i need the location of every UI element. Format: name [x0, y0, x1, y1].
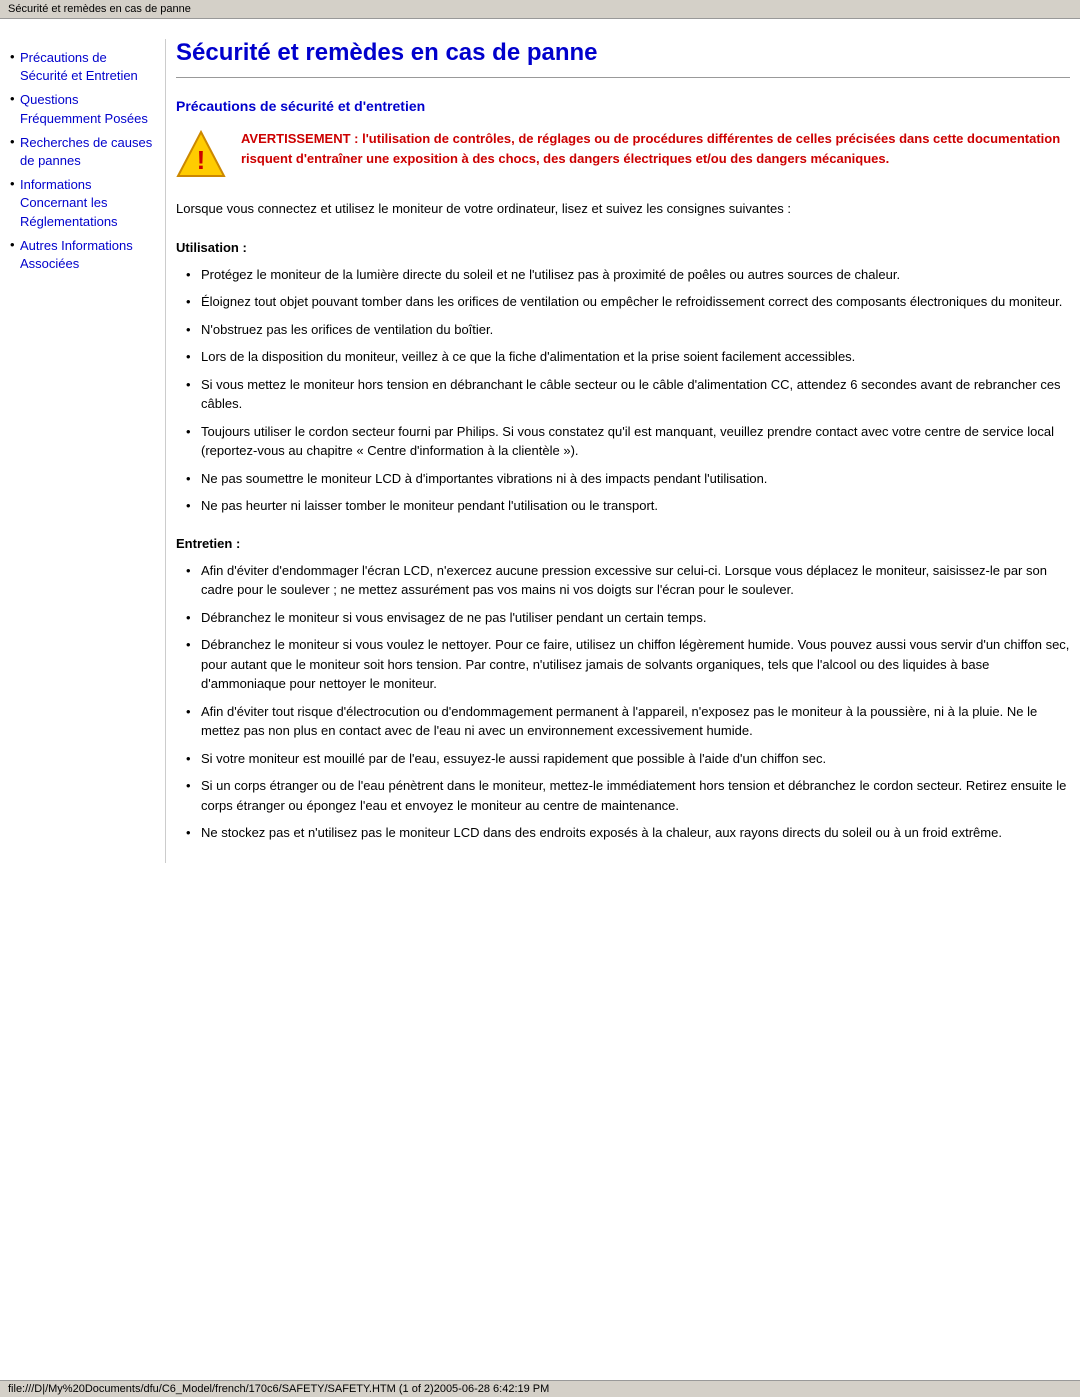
sidebar-item-autres-informations: Autres Informations Associées: [10, 237, 155, 273]
entretien-item-2: Débranchez le moniteur si vous voulez le…: [186, 635, 1070, 694]
utilisation-item-7: Ne pas heurter ni laisser tomber le moni…: [186, 496, 1070, 516]
utilisation-item-5: Toujours utiliser le cordon secteur four…: [186, 422, 1070, 461]
sidebar-nav: Précautions de Sécurité et Entretien Ques…: [10, 49, 155, 273]
entretien-item-4: Si votre moniteur est mouillé par de l'e…: [186, 749, 1070, 769]
intro-text: Lorsque vous connectez et utilisez le mo…: [176, 199, 1070, 220]
entretien-item-5: Si un corps étranger ou de l'eau pénètre…: [186, 776, 1070, 815]
page-title: Sécurité et remèdes en cas de panne: [176, 39, 1070, 67]
main-content: Sécurité et remèdes en cas de panne Préc…: [165, 39, 1070, 863]
entretien-item-0: Afin d'éviter d'endommager l'écran LCD, …: [186, 561, 1070, 600]
utilisation-item-6: Ne pas soumettre le moniteur LCD à d'imp…: [186, 469, 1070, 489]
sidebar-link-informations-reglementations[interactable]: Informations Concernant les Réglementati…: [20, 177, 118, 228]
utilisation-list: Protégez le moniteur de la lumière direc…: [176, 265, 1070, 516]
utilisation-title: Utilisation :: [176, 240, 1070, 255]
sidebar-link-autres-informations[interactable]: Autres Informations Associées: [20, 238, 133, 271]
status-bar-text: file:///D|/My%20Documents/dfu/C6_Model/f…: [8, 1383, 549, 1395]
sidebar-item-informations-reglementations: Informations Concernant les Réglementati…: [10, 176, 155, 231]
entretien-item-6: Ne stockez pas et n'utilisez pas le moni…: [186, 823, 1070, 843]
sidebar-item-precautions: Précautions de Sécurité et Entretien: [10, 49, 155, 85]
sidebar-link-precautions[interactable]: Précautions de Sécurité et Entretien: [20, 50, 138, 83]
sidebar-link-questions[interactable]: Questions Fréquemment Posées: [20, 92, 148, 125]
status-bar: file:///D|/My%20Documents/dfu/C6_Model/f…: [0, 1380, 1080, 1397]
entretien-item-3: Afin d'éviter tout risque d'électrocutio…: [186, 702, 1070, 741]
entretien-list: Afin d'éviter d'endommager l'écran LCD, …: [176, 561, 1070, 843]
sidebar-item-recherches: Recherches de causes de pannes: [10, 134, 155, 170]
warning-box: ! AVERTISSEMENT : l'utilisation de contr…: [176, 129, 1070, 179]
utilisation-item-4: Si vous mettez le moniteur hors tension …: [186, 375, 1070, 414]
utilisation-item-0: Protégez le moniteur de la lumière direc…: [186, 265, 1070, 285]
sidebar-item-questions: Questions Fréquemment Posées: [10, 91, 155, 127]
title-bar-text: Sécurité et remèdes en cas de panne: [8, 3, 191, 15]
utilisation-item-2: N'obstruez pas les orifices de ventilati…: [186, 320, 1070, 340]
warning-text: AVERTISSEMENT : l'utilisation de contrôl…: [241, 129, 1070, 168]
entretien-item-1: Débranchez le moniteur si vous envisagez…: [186, 608, 1070, 628]
section-precautions-title: Précautions de sécurité et d'entretien: [176, 98, 1070, 114]
title-bar: Sécurité et remèdes en cas de panne: [0, 0, 1080, 19]
utilisation-item-1: Éloignez tout objet pouvant tomber dans …: [186, 292, 1070, 312]
sidebar-link-recherches[interactable]: Recherches de causes de pannes: [20, 135, 152, 168]
svg-text:!: !: [197, 145, 206, 175]
sidebar: Précautions de Sécurité et Entretien Ques…: [10, 39, 155, 863]
warning-icon: !: [176, 129, 226, 179]
utilisation-item-3: Lors de la disposition du moniteur, veil…: [186, 347, 1070, 367]
entretien-title: Entretien :: [176, 536, 1070, 551]
